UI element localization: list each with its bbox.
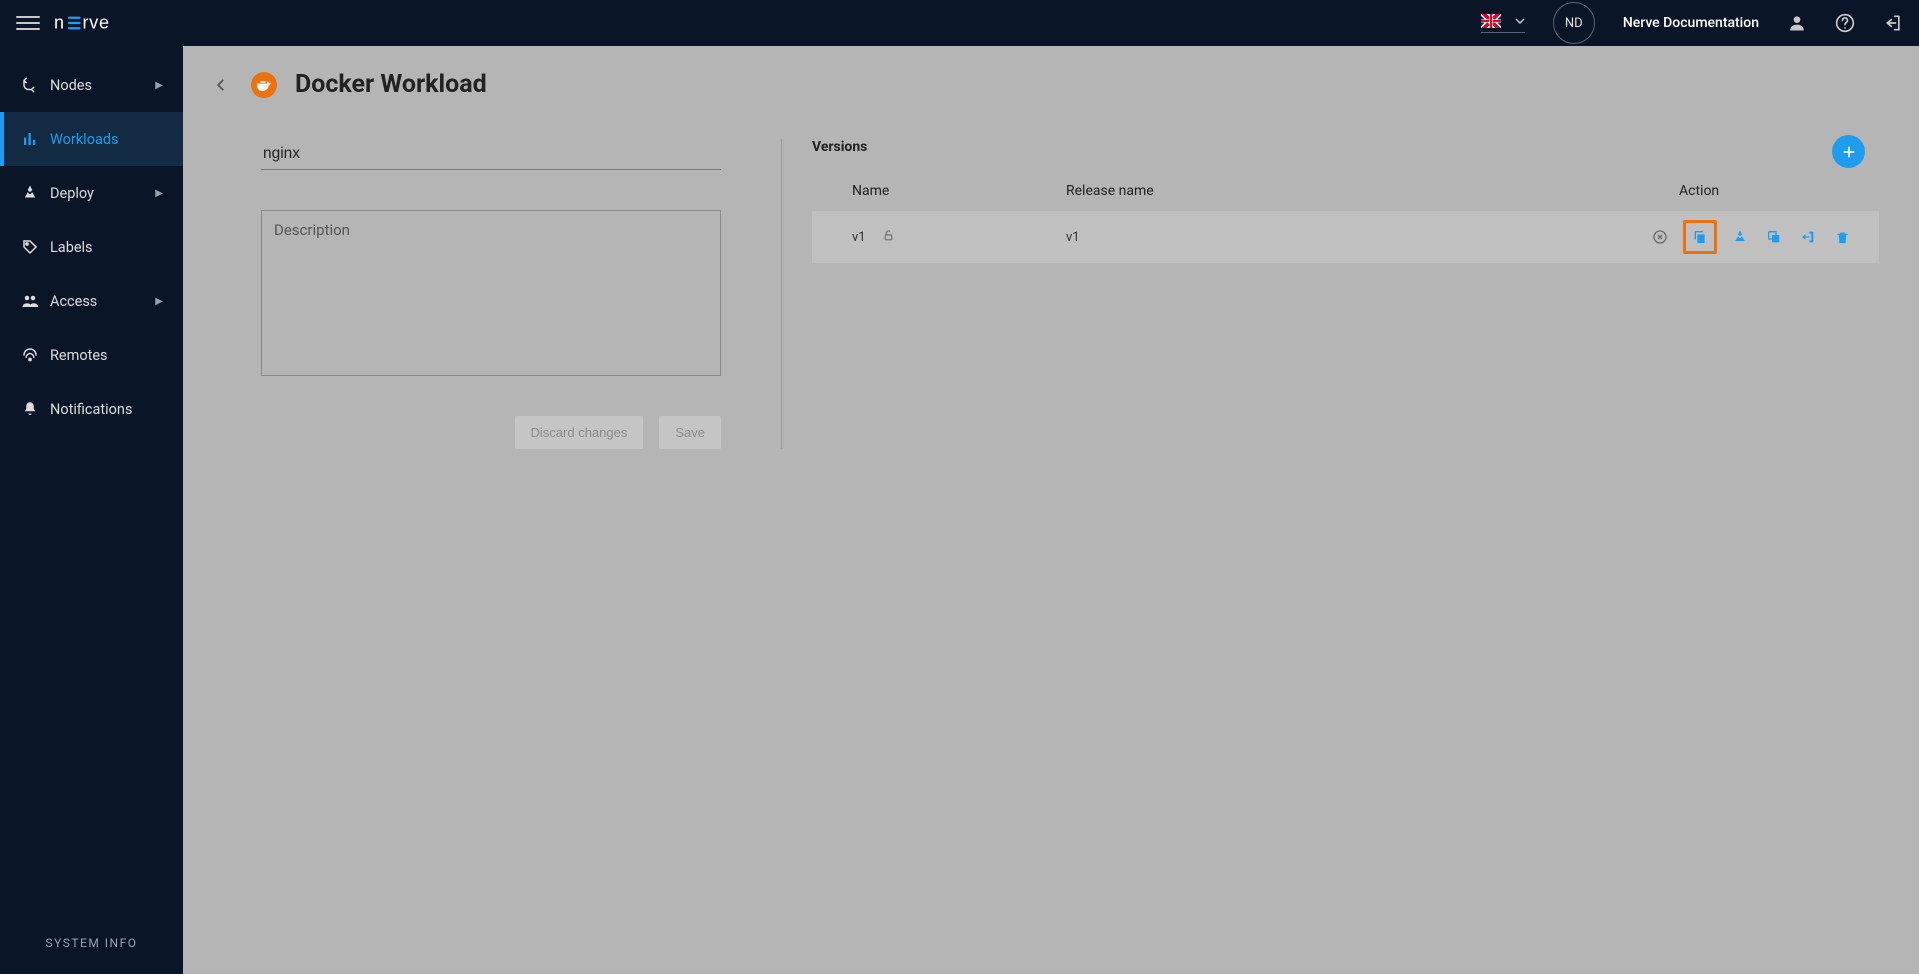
clone-action-icon[interactable] xyxy=(1683,220,1717,254)
language-selector[interactable] xyxy=(1481,14,1525,33)
svg-text:rve: rve xyxy=(83,13,110,32)
chevron-right-icon: ▶ xyxy=(155,188,163,199)
sidebar-item-label: Labels xyxy=(50,239,93,256)
workload-name-input[interactable] xyxy=(261,139,721,170)
unlocked-icon xyxy=(882,229,895,246)
export-action-icon[interactable] xyxy=(1799,228,1817,246)
remotes-icon xyxy=(20,345,40,365)
sidebar-item-nodes[interactable]: Nodes ▶ xyxy=(0,58,183,112)
docker-workload-icon xyxy=(251,72,277,98)
versions-section-title: Versions xyxy=(812,139,867,155)
chevron-down-icon xyxy=(1515,18,1525,24)
sidebar-item-label: Access xyxy=(50,293,97,310)
back-button[interactable] xyxy=(209,73,233,97)
version-row[interactable]: v1 v1 xyxy=(812,211,1879,263)
version-release-cell: v1 xyxy=(1066,230,1080,245)
user-initials: ND xyxy=(1565,16,1583,31)
access-icon xyxy=(20,291,40,311)
delete-action-icon[interactable] xyxy=(1833,228,1851,246)
add-version-button[interactable] xyxy=(1832,135,1865,168)
main-content: Docker Workload Discard changes Save Ver… xyxy=(183,46,1919,974)
column-header-release: Release name xyxy=(1066,183,1679,199)
column-header-action: Action xyxy=(1679,183,1879,199)
versions-table: Name Release name Action v1 v1 xyxy=(812,175,1879,263)
nodes-icon xyxy=(20,75,40,95)
bell-icon xyxy=(20,399,40,419)
sidebar-item-label: Workloads xyxy=(50,131,119,148)
chevron-right-icon: ▶ xyxy=(155,80,163,91)
sidebar-item-remotes[interactable]: Remotes xyxy=(0,328,183,382)
sidebar-item-label: Remotes xyxy=(50,347,108,364)
system-info-link[interactable]: SYSTEM INFO xyxy=(0,936,183,950)
documentation-link[interactable]: Nerve Documentation xyxy=(1623,15,1759,31)
user-avatar[interactable]: ND xyxy=(1553,2,1595,44)
uk-flag-icon xyxy=(1481,14,1501,28)
chevron-right-icon: ▶ xyxy=(155,296,163,307)
cancel-action-icon[interactable] xyxy=(1651,228,1669,246)
page-title: Docker Workload xyxy=(295,70,487,99)
discard-button[interactable]: Discard changes xyxy=(515,416,644,449)
deploy-action-icon[interactable] xyxy=(1731,228,1749,246)
workloads-icon xyxy=(20,129,40,149)
sidebar-item-notifications[interactable]: Notifications xyxy=(0,382,183,436)
labels-icon xyxy=(20,237,40,257)
menu-toggle-button[interactable] xyxy=(16,11,40,35)
sidebar: Nodes ▶ Workloads Deploy ▶ Labels Access… xyxy=(0,46,183,974)
nerve-logo: nrve xyxy=(54,13,144,33)
sidebar-item-deploy[interactable]: Deploy ▶ xyxy=(0,166,183,220)
deploy-icon xyxy=(20,183,40,203)
user-icon[interactable] xyxy=(1787,13,1807,33)
copy-action-icon[interactable] xyxy=(1765,228,1783,246)
logout-icon[interactable] xyxy=(1883,13,1903,33)
sidebar-item-access[interactable]: Access ▶ xyxy=(0,274,183,328)
version-name-cell: v1 xyxy=(852,230,866,245)
save-button[interactable]: Save xyxy=(659,416,721,449)
column-header-name: Name xyxy=(852,183,1066,199)
sidebar-item-label: Deploy xyxy=(50,185,94,202)
help-icon[interactable] xyxy=(1835,13,1855,33)
sidebar-item-label: Nodes xyxy=(50,77,92,94)
workload-description-input[interactable] xyxy=(261,210,721,376)
svg-text:n: n xyxy=(54,13,65,32)
sidebar-item-labels[interactable]: Labels xyxy=(0,220,183,274)
sidebar-item-workloads[interactable]: Workloads xyxy=(0,112,183,166)
sidebar-item-label: Notifications xyxy=(50,401,132,418)
app-header: nrve ND Nerve Documentation xyxy=(0,0,1919,46)
